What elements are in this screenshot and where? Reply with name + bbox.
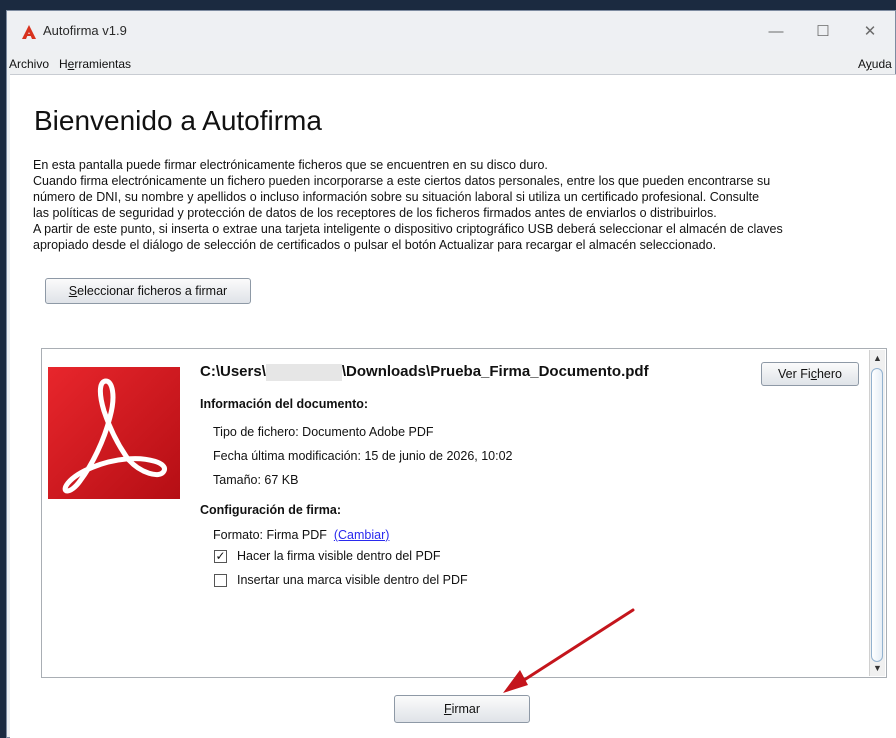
pdf-file-icon [48, 367, 180, 499]
title-bar[interactable]: Autofirma v1.9 — ☐ ✕ [7, 11, 895, 51]
close-button[interactable]: ✕ [857, 21, 883, 43]
ver-fichero-button[interactable]: Ver Fichero [761, 362, 859, 386]
file-type: Tipo de fichero: Documento Adobe PDF [213, 425, 434, 439]
minimize-button[interactable]: — [763, 21, 789, 43]
intro-line: apropiado desde el diálogo de selección … [33, 238, 717, 252]
document-info-title: Información del documento: [200, 397, 369, 411]
maximize-button[interactable]: ☐ [810, 21, 836, 43]
scroll-down-arrow-icon[interactable]: ▼ [870, 660, 885, 676]
file-path: C:\Users\ \Downloads\Prueba_Firma_Documen… [200, 363, 649, 381]
signature-format: Formato: Firma PDF (Cambiar) [213, 528, 389, 542]
menu-ayuda[interactable]: Ayuda [858, 57, 892, 71]
autofirma-logo-icon [22, 25, 36, 39]
intro-text: En esta pantalla puede firmar electrónic… [33, 157, 893, 253]
firmar-mnemonic: F [443, 702, 452, 716]
ver-fichero-label-a: Ver Fi [778, 367, 811, 381]
window-title: Autofirma v1.9 [43, 23, 127, 38]
menu-archivo[interactable]: Archivo [9, 57, 49, 71]
select-files-button[interactable]: Seleccionar ficheros a firmar [45, 278, 251, 304]
intro-line: Cuando firma electrónicamente un fichero… [33, 174, 771, 188]
visible-mark-label: Insertar una marca visible dentro del PD… [237, 573, 468, 587]
change-format-link[interactable]: (Cambiar) [334, 528, 390, 542]
intro-line: En esta pantalla puede firmar electrónic… [33, 158, 548, 172]
visible-mark-checkbox[interactable] [214, 574, 227, 587]
signature-config-title: Configuración de firma: [200, 503, 341, 517]
main-content: Bienvenido a Autofirma En esta pantalla … [10, 74, 896, 738]
intro-line: A partir de este punto, si inserta o ext… [33, 222, 783, 236]
scrollbar-thumb[interactable] [871, 368, 883, 662]
select-files-label: eleccionar ficheros a firmar [77, 284, 228, 298]
menu-herramientas-label-b: rramientas [74, 57, 132, 71]
redacted-username [265, 363, 342, 381]
visible-signature-label: Hacer la firma visible dentro del PDF [237, 549, 441, 563]
file-size: Tamaño: 67 KB [213, 473, 299, 487]
document-panel: C:\Users\ \Downloads\Prueba_Firma_Documen… [41, 348, 887, 678]
menu-herramientas[interactable]: Herramientas [59, 57, 131, 71]
visible-signature-checkbox[interactable]: ✓ [214, 550, 227, 563]
scroll-up-arrow-icon[interactable]: ▲ [870, 350, 885, 366]
panel-scrollbar[interactable]: ▲ ▼ [869, 350, 885, 676]
firmar-button[interactable]: Firmar [394, 695, 530, 723]
menu-ayuda-label-a: A [858, 57, 866, 71]
menu-herramientas-label-a: H [59, 57, 68, 71]
file-path-end: \Downloads\Prueba_Firma_Documento.pdf [341, 363, 649, 380]
menu-bar: Archivo Herramientas Ayuda [7, 55, 895, 75]
firmar-label: irmar [451, 702, 481, 716]
ver-fichero-label-b: hero [816, 367, 842, 381]
file-path-start: C:\Users\ [200, 363, 266, 380]
modified-date: Fecha última modificación: 15 de junio d… [213, 449, 513, 463]
menu-ayuda-label-b: uda [871, 57, 892, 71]
page-title: Bienvenido a Autofirma [34, 105, 322, 136]
intro-line: número de DNI, su nombre y apellidos o i… [33, 190, 760, 204]
signature-format-label: Formato: Firma PDF [213, 528, 327, 542]
select-files-mnemonic: S [68, 284, 78, 298]
intro-line: las políticas de seguridad y protección … [33, 206, 717, 220]
app-window: Autofirma v1.9 — ☐ ✕ Archivo Herramienta… [6, 10, 896, 738]
